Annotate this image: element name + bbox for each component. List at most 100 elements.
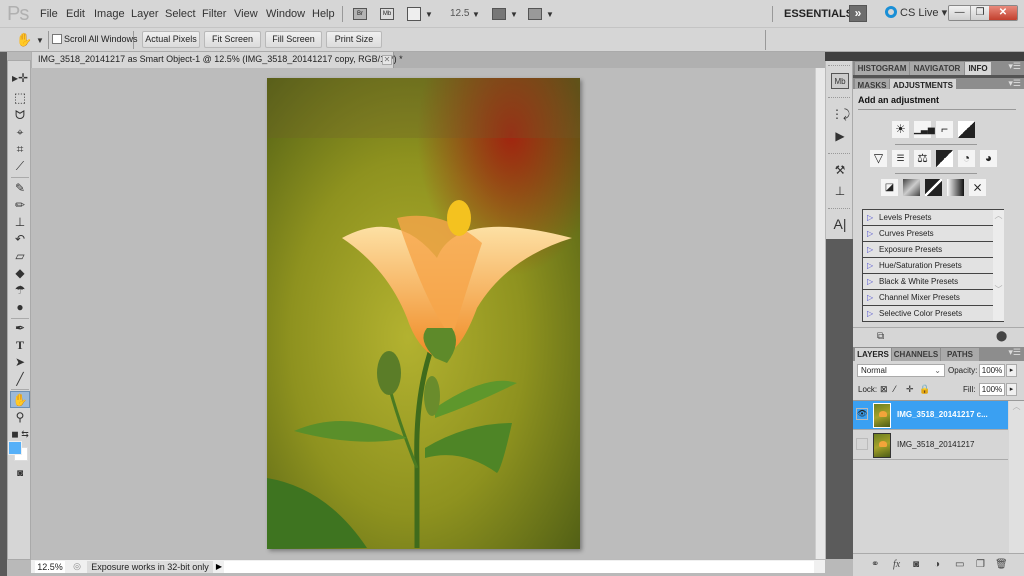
tab-info[interactable]: INFO — [965, 62, 991, 75]
channel-mixer-icon[interactable]: ◕ — [980, 150, 997, 167]
actions-panel-icon[interactable]: ▶ — [831, 128, 849, 144]
menu-edit[interactable]: Edit — [66, 8, 85, 20]
history-brush-tool-icon[interactable]: ↶ — [10, 231, 30, 248]
menu-layer[interactable]: Layer — [131, 8, 159, 20]
clone-source-icon[interactable]: ⊥ — [831, 183, 849, 199]
exposure-icon[interactable] — [958, 121, 975, 138]
blur-tool-icon[interactable]: ☂ — [10, 282, 30, 299]
clone-stamp-tool-icon[interactable]: ⊥ — [10, 214, 30, 231]
fill-field[interactable]: 100% — [979, 383, 1005, 396]
preset-item[interactable]: ▷ Exposure Presets — [863, 242, 993, 258]
tool-presets-icon[interactable]: ⚒ — [831, 162, 849, 178]
quick-selection-tool-icon[interactable]: ⌖ — [10, 124, 30, 141]
gradient-map-icon[interactable] — [947, 179, 964, 196]
layer-name[interactable]: IMG_3518_20141217 c... — [897, 410, 988, 419]
zoom-level-select[interactable]: 12.5 — [450, 8, 469, 19]
clip-to-layer-icon[interactable]: ⬤ — [996, 331, 1007, 342]
crop-tool-icon[interactable]: ⌗ — [10, 141, 30, 158]
type-tool-icon[interactable]: T — [10, 337, 30, 354]
character-panel-icon[interactable]: A| — [831, 216, 849, 232]
preset-item[interactable]: ▷ Levels Presets — [863, 210, 993, 226]
vibrance-icon[interactable]: ▽ — [870, 150, 887, 167]
new-layer-icon[interactable]: ❐ — [976, 559, 985, 570]
fill-screen-button[interactable]: Fill Screen — [265, 31, 322, 48]
minimize-button[interactable]: — — [949, 6, 971, 20]
expanded-view-icon[interactable]: ⧉ — [877, 331, 884, 342]
levels-icon[interactable]: ▁▃▅ — [914, 121, 935, 138]
line-tool-icon[interactable]: ╱ — [10, 371, 30, 388]
healing-brush-tool-icon[interactable]: ✎ — [10, 180, 30, 197]
tab-navigator[interactable]: NAVIGATOR — [910, 62, 964, 75]
tab-paths[interactable]: PATHS — [941, 348, 979, 361]
add-mask-icon[interactable]: ◙ — [913, 559, 919, 570]
preset-item[interactable]: ▷ Channel Mixer Presets — [863, 290, 993, 306]
menu-image[interactable]: Image — [94, 8, 125, 20]
quick-mask-icon[interactable]: ◙ — [10, 465, 30, 482]
panel-menu-icon[interactable]: ▾☰ — [1008, 61, 1021, 72]
opacity-slider-button[interactable]: ▸ — [1006, 364, 1017, 377]
hand-tool-icon[interactable]: ✋ — [10, 391, 30, 408]
hand-tool-icon[interactable]: ✋ — [16, 32, 32, 48]
grip[interactable] — [828, 153, 850, 156]
tab-histogram[interactable]: HISTOGRAM — [855, 62, 909, 75]
panel-dock-header[interactable] — [825, 52, 1024, 61]
lock-all-icon[interactable]: 🔒 — [919, 384, 930, 395]
brightness-contrast-icon[interactable]: ☀ — [892, 121, 909, 138]
document-canvas-image[interactable] — [267, 78, 580, 549]
menu-file[interactable]: File — [40, 8, 58, 20]
zoom-tool-icon[interactable]: ⚲ — [10, 409, 30, 426]
brush-tool-icon[interactable]: ✏ — [10, 197, 30, 214]
foreground-color-swatch[interactable] — [8, 441, 22, 455]
new-group-icon[interactable]: ▭ — [955, 559, 964, 570]
workspace-switcher[interactable]: ESSENTIALS — [784, 8, 853, 20]
menu-window[interactable]: Window — [266, 8, 305, 20]
grip[interactable] — [828, 65, 850, 68]
grip[interactable] — [828, 208, 850, 211]
eraser-tool-icon[interactable]: ▱ — [10, 248, 30, 265]
status-menu-arrow-icon[interactable]: ▶ — [214, 561, 224, 573]
posterize-icon[interactable] — [903, 179, 920, 196]
preset-item[interactable]: ▷ Selective Color Presets — [863, 306, 993, 322]
view-extras-icon[interactable] — [407, 7, 421, 21]
tool-preset-chevron-icon[interactable]: ▼ — [36, 36, 44, 45]
eyedropper-tool-icon[interactable]: ⟋ — [10, 158, 30, 175]
preset-item[interactable]: ▷ Hue/Saturation Presets — [863, 258, 993, 274]
layer-row[interactable]: 👁 IMG_3518_20141217 c... — [853, 401, 1008, 430]
cs-live-button[interactable]: CS Live ▾ — [885, 6, 947, 19]
menu-help[interactable]: Help — [312, 8, 335, 20]
pen-tool-icon[interactable]: ✒ — [10, 320, 30, 337]
dodge-tool-icon[interactable]: ● — [10, 299, 30, 316]
delete-layer-icon[interactable]: 🗑 — [995, 559, 1008, 570]
mini-bridge-panel-icon[interactable]: Mb — [831, 73, 849, 89]
document-tab[interactable]: IMG_3518_20141217 as Smart Object-1 @ 12… — [32, 52, 403, 68]
path-selection-tool-icon[interactable]: ➤ — [10, 354, 30, 371]
paint-bucket-tool-icon[interactable]: ◆ — [10, 265, 30, 282]
selective-color-icon[interactable]: ⨯ — [969, 179, 986, 196]
marquee-tool-icon[interactable]: ⬚ — [10, 89, 30, 106]
zoom-field[interactable]: 12.5% — [35, 561, 65, 573]
presets-scrollbar[interactable]: ︿ ﹀ — [993, 210, 1004, 321]
lock-position-icon[interactable]: ✛ — [906, 384, 914, 395]
horizontal-scrollbar[interactable] — [224, 561, 814, 573]
tab-layers[interactable]: LAYERS — [855, 348, 891, 361]
close-button[interactable]: ✕ — [988, 6, 1017, 20]
new-adjustment-layer-icon[interactable]: ◑ — [934, 559, 940, 570]
chevron-down-icon[interactable]: ▼ — [546, 10, 554, 19]
layer-row[interactable]: IMG_3518_20141217 — [853, 431, 1008, 460]
panel-menu-icon[interactable]: ▾☰ — [1008, 78, 1021, 89]
preset-item[interactable]: ▷ Black & White Presets — [863, 274, 993, 290]
history-panel-icon[interactable]: ⋮⤸ — [831, 106, 850, 122]
restore-button[interactable]: ❐ — [970, 6, 989, 20]
fill-slider-button[interactable]: ▸ — [1006, 383, 1017, 396]
vertical-scrollbar[interactable] — [815, 68, 825, 559]
lock-transparent-icon[interactable]: ⊠ — [880, 384, 888, 395]
chevron-down-icon[interactable]: ▼ — [425, 10, 433, 19]
close-document-icon[interactable]: ✕ — [382, 55, 392, 65]
curves-icon[interactable]: ⌐ — [936, 121, 953, 138]
scroll-all-windows-checkbox[interactable] — [52, 34, 62, 44]
grip[interactable] — [828, 97, 850, 100]
more-workspaces-button[interactable]: » — [849, 5, 867, 22]
photo-filter-icon[interactable]: ◔ — [958, 150, 975, 167]
screen-mode-icon[interactable] — [528, 8, 542, 20]
lock-image-icon[interactable]: ⁄ — [894, 384, 896, 394]
